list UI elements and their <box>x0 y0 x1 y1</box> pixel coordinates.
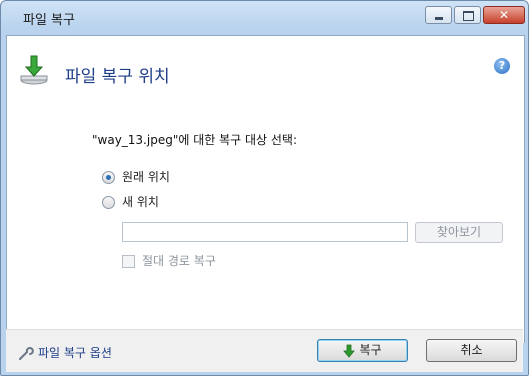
absolute-path-option[interactable]: 절대 경로 복구 <box>122 252 216 269</box>
radio-label: 새 위치 <box>122 195 159 209</box>
radio-label: 원래 위치 <box>122 170 170 184</box>
maximize-icon <box>463 11 474 21</box>
radio-original-location[interactable]: 원래 위치 <box>102 168 170 185</box>
cancel-button[interactable]: 취소 <box>426 339 517 362</box>
minimize-icon <box>435 17 443 20</box>
recover-button[interactable]: 복구 <box>317 339 408 362</box>
browse-button[interactable]: 찾아보기 <box>415 222 503 243</box>
minimize-button[interactable] <box>425 6 452 24</box>
radio-new-location[interactable]: 새 위치 <box>102 193 159 210</box>
radio-button-unchecked[interactable] <box>102 196 115 209</box>
page-title: 파일 복구 위치 <box>65 67 170 87</box>
dialog-footer: 파일 복구 옵션 복구 취소 <box>6 329 523 372</box>
absolute-path-checkbox[interactable] <box>122 255 135 268</box>
checkbox-label: 절대 경로 복구 <box>142 254 216 268</box>
recover-label: 복구 <box>359 343 382 357</box>
options-link-label: 파일 복구 옵션 <box>38 346 112 360</box>
title-bar[interactable]: 파일 복구 ✕ <box>1 1 528 35</box>
dialog-body: 파일 복구 위치 ? "way_13.jpeg"에 대한 복구 대상 선택: 원… <box>6 35 525 343</box>
window-title: 파일 복구 <box>23 13 75 28</box>
recovery-dialog: 파일 복구 ✕ 파일 복구 위치 ? "way_13.jpeg"에 대한 복구 … <box>0 0 529 376</box>
path-input[interactable] <box>122 222 408 242</box>
close-icon: ✕ <box>498 8 510 22</box>
download-disk-icon <box>20 55 48 85</box>
help-icon[interactable]: ? <box>494 58 510 74</box>
radio-button-checked[interactable] <box>102 171 115 184</box>
maximize-button[interactable] <box>454 6 481 24</box>
green-arrow-icon <box>343 344 356 358</box>
close-button[interactable]: ✕ <box>483 6 525 24</box>
wrench-icon <box>19 346 34 360</box>
recovery-options-link[interactable]: 파일 복구 옵션 <box>18 344 112 361</box>
destination-prompt: "way_13.jpeg"에 대한 복구 대상 선택: <box>92 133 298 147</box>
